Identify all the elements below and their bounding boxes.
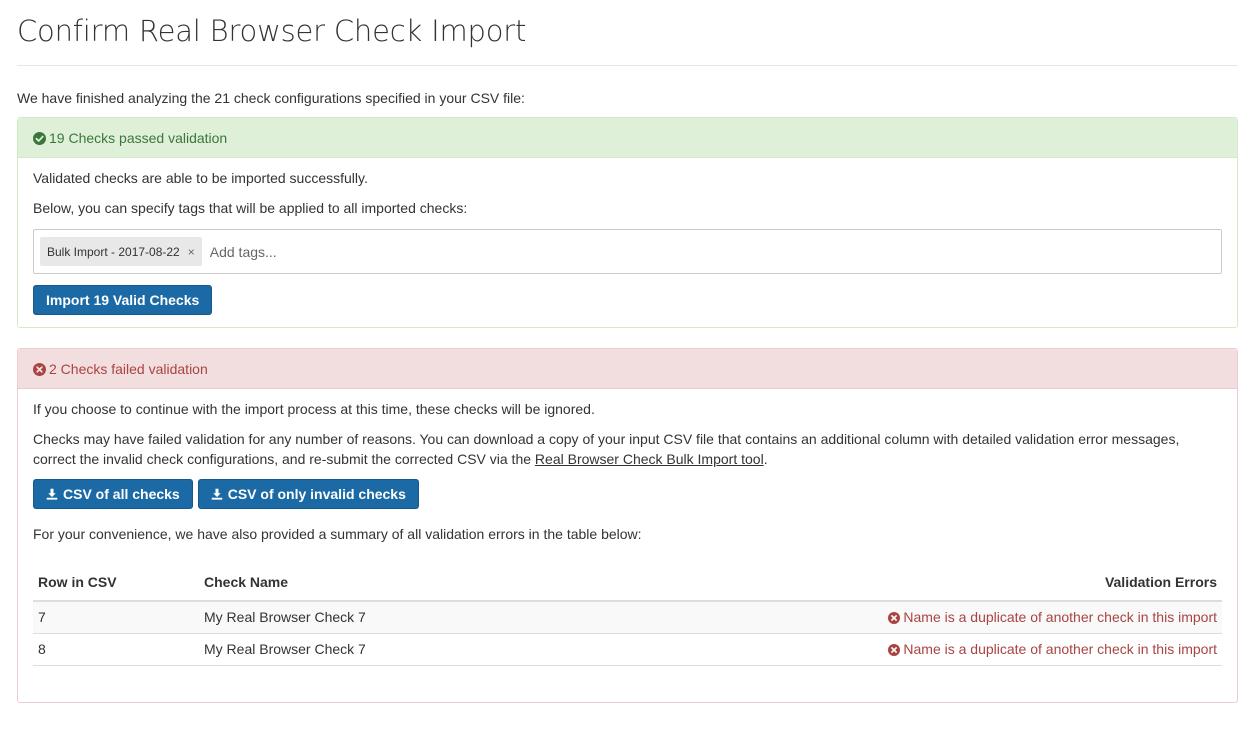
csv-invalid-checks-label: CSV of only invalid checks [227, 486, 406, 502]
add-tags-input[interactable] [207, 242, 508, 261]
table-row: 8 My Real Browser Check 7 Name is a dupl… [33, 633, 1222, 666]
times-circle-icon [888, 612, 901, 624]
header-validation-errors: Validation Errors [499, 564, 1222, 602]
csv-invalid-checks-button[interactable]: CSV of only invalid checks [197, 479, 419, 509]
passed-panel-heading: 19 Checks passed validation [18, 118, 1237, 158]
page: Confirm Real Browser Check Import We hav… [0, 0, 1255, 703]
cell-check-name: My Real Browser Check 7 [199, 633, 499, 666]
summary-text: For your convenience, we have also provi… [33, 526, 642, 542]
cell-validation-error: Name is a duplicate of another check in … [499, 601, 1222, 634]
cell-validation-error: Name is a duplicate of another check in … [499, 633, 1222, 666]
cell-row-number: 8 [33, 633, 199, 666]
csv-all-checks-button[interactable]: CSV of all checks [33, 479, 193, 509]
failed-validation-panel: 2 Checks failed validation If you choose… [17, 348, 1238, 703]
failed-line-2: Checks may have failed validation for an… [33, 429, 1222, 469]
passed-line-2: Below, you can specify tags that will be… [33, 200, 468, 216]
tags-input-container[interactable]: Bulk Import - 2017-08-22 × [33, 229, 1222, 274]
import-valid-checks-button[interactable]: Import 19 Valid Checks [33, 285, 213, 315]
check-circle-icon [33, 132, 46, 145]
passed-panel-body: Validated checks are able to be imported… [18, 158, 1237, 327]
table-row: 7 My Real Browser Check 7 Name is a dupl… [33, 601, 1222, 634]
download-icon [46, 488, 58, 500]
passed-line-1: Validated checks are able to be imported… [33, 170, 368, 186]
title-divider [17, 65, 1238, 66]
header-row-in-csv: Row in CSV [33, 564, 199, 602]
failed-panel-body: If you choose to continue with the impor… [18, 389, 1237, 702]
intro-text: We have finished analyzing the 21 check … [17, 90, 525, 106]
tag-remove-icon[interactable]: × [188, 245, 195, 259]
cell-row-number: 7 [33, 601, 199, 634]
table-header-row: Row in CSV Check Name Validation Errors [33, 564, 1222, 602]
error-message: Name is a duplicate of another check in … [903, 641, 1217, 657]
passed-validation-panel: 19 Checks passed validation Validated ch… [17, 117, 1238, 328]
failed-heading-text: 2 Checks failed validation [49, 361, 208, 377]
validation-errors-table: Row in CSV Check Name Validation Errors … [33, 564, 1222, 666]
times-circle-icon [888, 644, 901, 656]
error-message: Name is a duplicate of another check in … [903, 609, 1217, 625]
passed-actions: Import 19 Valid Checks [33, 285, 1222, 315]
csv-download-actions: CSV of all checks CSV of only invalid ch… [33, 479, 1222, 509]
failed-panel-heading: 2 Checks failed validation [18, 349, 1237, 389]
header-check-name: Check Name [199, 564, 499, 602]
failed-line-1: If you choose to continue with the impor… [33, 401, 595, 417]
tag-chip: Bulk Import - 2017-08-22 × [40, 237, 202, 266]
passed-heading-text: 19 Checks passed validation [49, 130, 228, 146]
page-title: Confirm Real Browser Check Import [17, 14, 527, 48]
tag-label: Bulk Import - 2017-08-22 [47, 244, 180, 259]
cell-check-name: My Real Browser Check 7 [199, 601, 499, 634]
bulk-import-tool-link[interactable]: Real Browser Check Bulk Import tool [535, 451, 764, 467]
times-circle-icon [33, 363, 46, 376]
csv-all-checks-label: CSV of all checks [63, 486, 180, 502]
panel-bottom-spacer [33, 666, 1222, 690]
failed-line-2-end: . [763, 451, 768, 467]
download-icon [211, 488, 223, 500]
